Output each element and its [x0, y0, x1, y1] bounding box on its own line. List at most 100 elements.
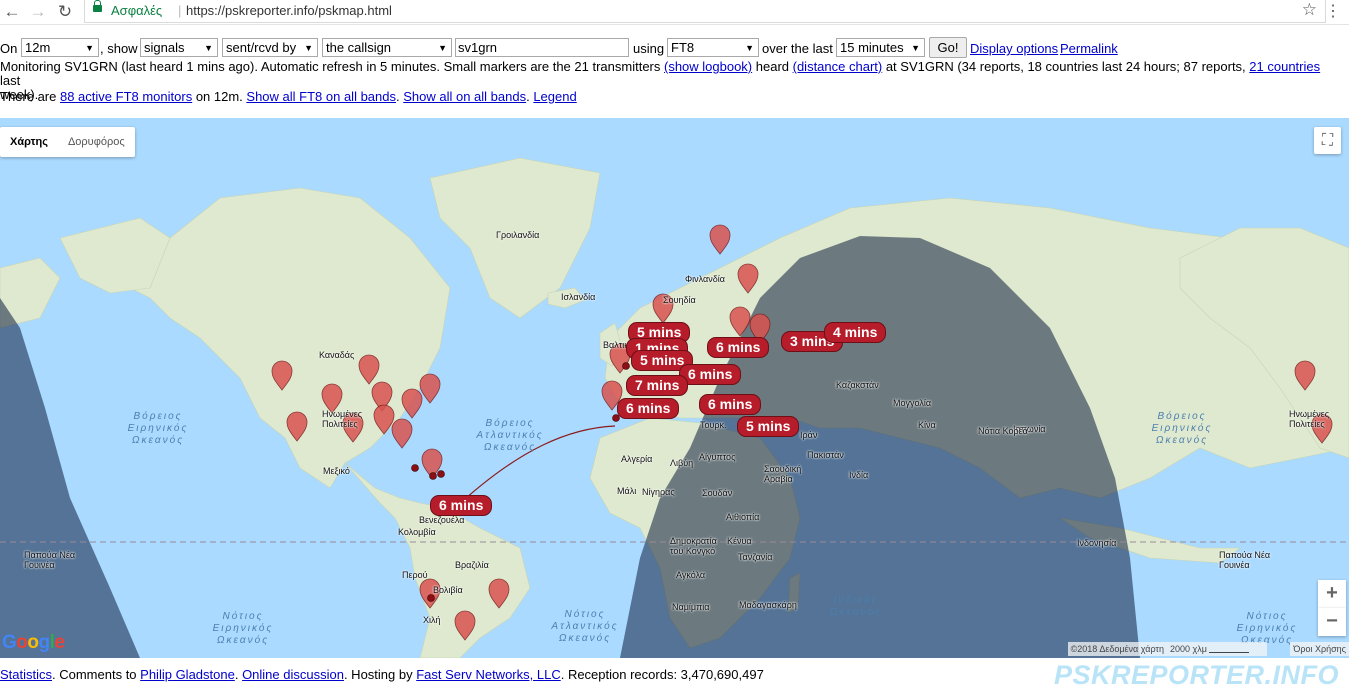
label-png-left: Παπούα Νέα Γουινέα	[24, 550, 76, 570]
time-bubble[interactable]: 7 mins	[626, 375, 689, 396]
show-logbook-link[interactable]: (show logbook)	[664, 59, 752, 74]
label-libya: Λιβύη	[670, 458, 694, 468]
label-iran: Ιράν	[800, 430, 818, 440]
label-saudi: Σαουδική Αραβία	[764, 464, 802, 484]
night-shade-left	[0, 298, 140, 658]
monitors-info: There are 88 active FT8 monitors on 12m.…	[0, 89, 577, 104]
time-bubble[interactable]: 5 mins	[737, 416, 800, 437]
permalink-link[interactable]: Permalink	[1060, 41, 1118, 56]
ocean-n-atlantic: Βόρειος Ατλαντικός Ωκεανός	[476, 418, 544, 453]
label-chile: Χιλή	[423, 615, 441, 625]
ocean-n-pacific-right: Βόρειος Ειρηνικός Ωκεανός	[1151, 411, 1213, 446]
label-namibia: Ναμίμπια	[672, 602, 710, 612]
time-bubble[interactable]: 6 mins	[699, 394, 762, 415]
back-icon[interactable]: ←	[2, 2, 22, 22]
label-china: Κίνα	[918, 420, 936, 430]
mode-select[interactable]: FT8	[667, 38, 759, 57]
label-usa: Ηνωμένες Πολιτείες	[322, 409, 363, 429]
show-label: , show	[100, 41, 138, 56]
label-png-right: Παπούα Νέα Γουινέα	[1219, 550, 1271, 570]
label-india: Ινδία	[849, 470, 869, 480]
menu-icon[interactable]: ⋮	[1325, 1, 1341, 21]
time-bubble[interactable]: 6 mins	[430, 495, 493, 516]
map-attribution[interactable]: ©2018 Δεδομένα χάρτη	[1067, 642, 1167, 656]
map-type-control: Χάρτης Δορυφόρος	[0, 127, 135, 157]
label-peru: Περού	[402, 570, 428, 580]
page-footer: Statistics. Comments to Philip Gladstone…	[0, 667, 764, 682]
label-sweden: Σουηδία	[663, 295, 696, 305]
secure-label: Ασφαλές	[111, 3, 163, 18]
label-madagascar: Μαδαγασκάρη	[739, 600, 797, 610]
ocean-indian: Ινδικός Ωκεανός	[829, 595, 883, 618]
period-select[interactable]: 15 minutes	[836, 38, 925, 57]
show-select[interactable]: signals	[140, 38, 218, 57]
label-kenya: Κένυα	[727, 536, 752, 546]
brand-watermark: PSKREPORTER.INFO	[1053, 660, 1339, 690]
ocean-s-pacific-left: Νότιος Ειρηνικός Ωκεανός	[212, 611, 274, 646]
label-turkey: Τουρκ.	[700, 420, 727, 430]
reception-map[interactable]: Γροιλανδία Ισλανδία Φινλανδία Σουηδία Κα…	[0, 118, 1349, 658]
label-kazakhstan: Καζακστάν	[836, 380, 879, 390]
host-link[interactable]: Fast Serv Networks, LLC	[416, 667, 561, 682]
show-all-link[interactable]: Show all on all bands	[403, 89, 526, 104]
label-angola: Αγκόλα	[676, 570, 706, 580]
time-bubble[interactable]: 6 mins	[617, 398, 680, 419]
map-type-satellite-button[interactable]: Δορυφόρος	[58, 127, 135, 157]
countries-link[interactable]: 21 countries	[1249, 59, 1320, 74]
active-monitors-link[interactable]: 88 active FT8 monitors	[60, 89, 192, 104]
map-type-map-button[interactable]: Χάρτης	[0, 127, 58, 157]
target-select[interactable]: the callsign	[322, 38, 452, 57]
time-bubble[interactable]: 6 mins	[707, 337, 770, 358]
callsign-input[interactable]: sv1grn	[455, 38, 629, 57]
over-label: over the last	[762, 41, 833, 56]
label-brazil: Βραζιλία	[455, 560, 489, 570]
forward-icon[interactable]: →	[28, 2, 48, 22]
label-bolivia: Βολιβία	[433, 585, 463, 595]
google-logo[interactable]: Google	[2, 632, 65, 654]
zoom-out-button[interactable]: −	[1318, 608, 1346, 636]
label-niger: Νίγηρας	[642, 487, 675, 497]
reload-icon[interactable]: ↻	[55, 2, 75, 22]
address-bar[interactable]: Ασφαλές | https://pskreporter.info/pskma…	[84, 0, 1326, 23]
label-pakistan: Πακιστάν	[807, 450, 844, 460]
browser-toolbar: ← → ↻ Ασφαλές | https://pskreporter.info…	[0, 0, 1349, 25]
label-egypt: Αίγυπτος	[699, 452, 736, 462]
label-tanzania: Τανζανία	[738, 552, 773, 562]
author-link[interactable]: Philip Gladstone	[140, 667, 235, 682]
label-sudan: Σουδάν	[702, 488, 733, 498]
band-select[interactable]: 12m	[21, 38, 99, 57]
fullscreen-icon[interactable]: ⛶	[1314, 127, 1341, 154]
direction-select[interactable]: sent/rcvd by	[222, 38, 318, 57]
legend-link[interactable]: Legend	[533, 89, 576, 104]
label-korea: Νότια Κορέα	[978, 426, 1028, 436]
label-venezuela: Βενεζουέλα	[419, 515, 465, 525]
go-button[interactable]: Go!	[929, 37, 967, 58]
label-ethiopia: Αιθιοπία	[726, 512, 760, 522]
url-text[interactable]: https://pskreporter.info/pskmap.html	[186, 3, 392, 18]
label-colombia: Κολομβία	[398, 527, 436, 537]
distance-chart-link[interactable]: (distance chart)	[793, 59, 883, 74]
label-mexico: Μεξικό	[323, 466, 350, 476]
time-bubble[interactable]: 4 mins	[824, 322, 887, 343]
using-label: using	[633, 41, 665, 56]
star-icon[interactable]: ☆	[1302, 0, 1317, 20]
ocean-n-pacific-left: Βόρειος Ειρηνικός Ωκεανός	[127, 411, 189, 446]
display-options-link[interactable]: Display options	[970, 41, 1058, 56]
show-all-ft8-link[interactable]: Show all FT8 on all bands	[246, 89, 396, 104]
label-drc: Δημοκρατία του Κονγκό	[670, 536, 717, 556]
label-usa-right: Ηνωμένες Πολιτείες	[1289, 409, 1330, 429]
label-algeria: Αλγερία	[621, 454, 653, 464]
terms-link[interactable]: Όροι Χρήσης	[1290, 642, 1349, 656]
discussion-link[interactable]: Online discussion	[242, 667, 344, 682]
ocean-s-atlantic: Νότιος Ατλαντικός Ωκεανός	[551, 609, 619, 644]
label-canada: Καναδάς	[319, 350, 355, 360]
label-indonesia: Ινδονησία	[1077, 538, 1117, 548]
time-bubble[interactable]: 6 mins	[679, 364, 742, 385]
label-iceland: Ισλανδία	[561, 292, 596, 302]
zoom-in-button[interactable]: +	[1318, 580, 1346, 608]
on-label: On	[0, 41, 18, 56]
statistics-link[interactable]: Statistics	[0, 667, 52, 682]
label-greenland: Γροιλανδία	[496, 230, 540, 240]
label-finland: Φινλανδία	[685, 274, 725, 284]
map-scale[interactable]: 2000 χλμ	[1167, 642, 1267, 656]
